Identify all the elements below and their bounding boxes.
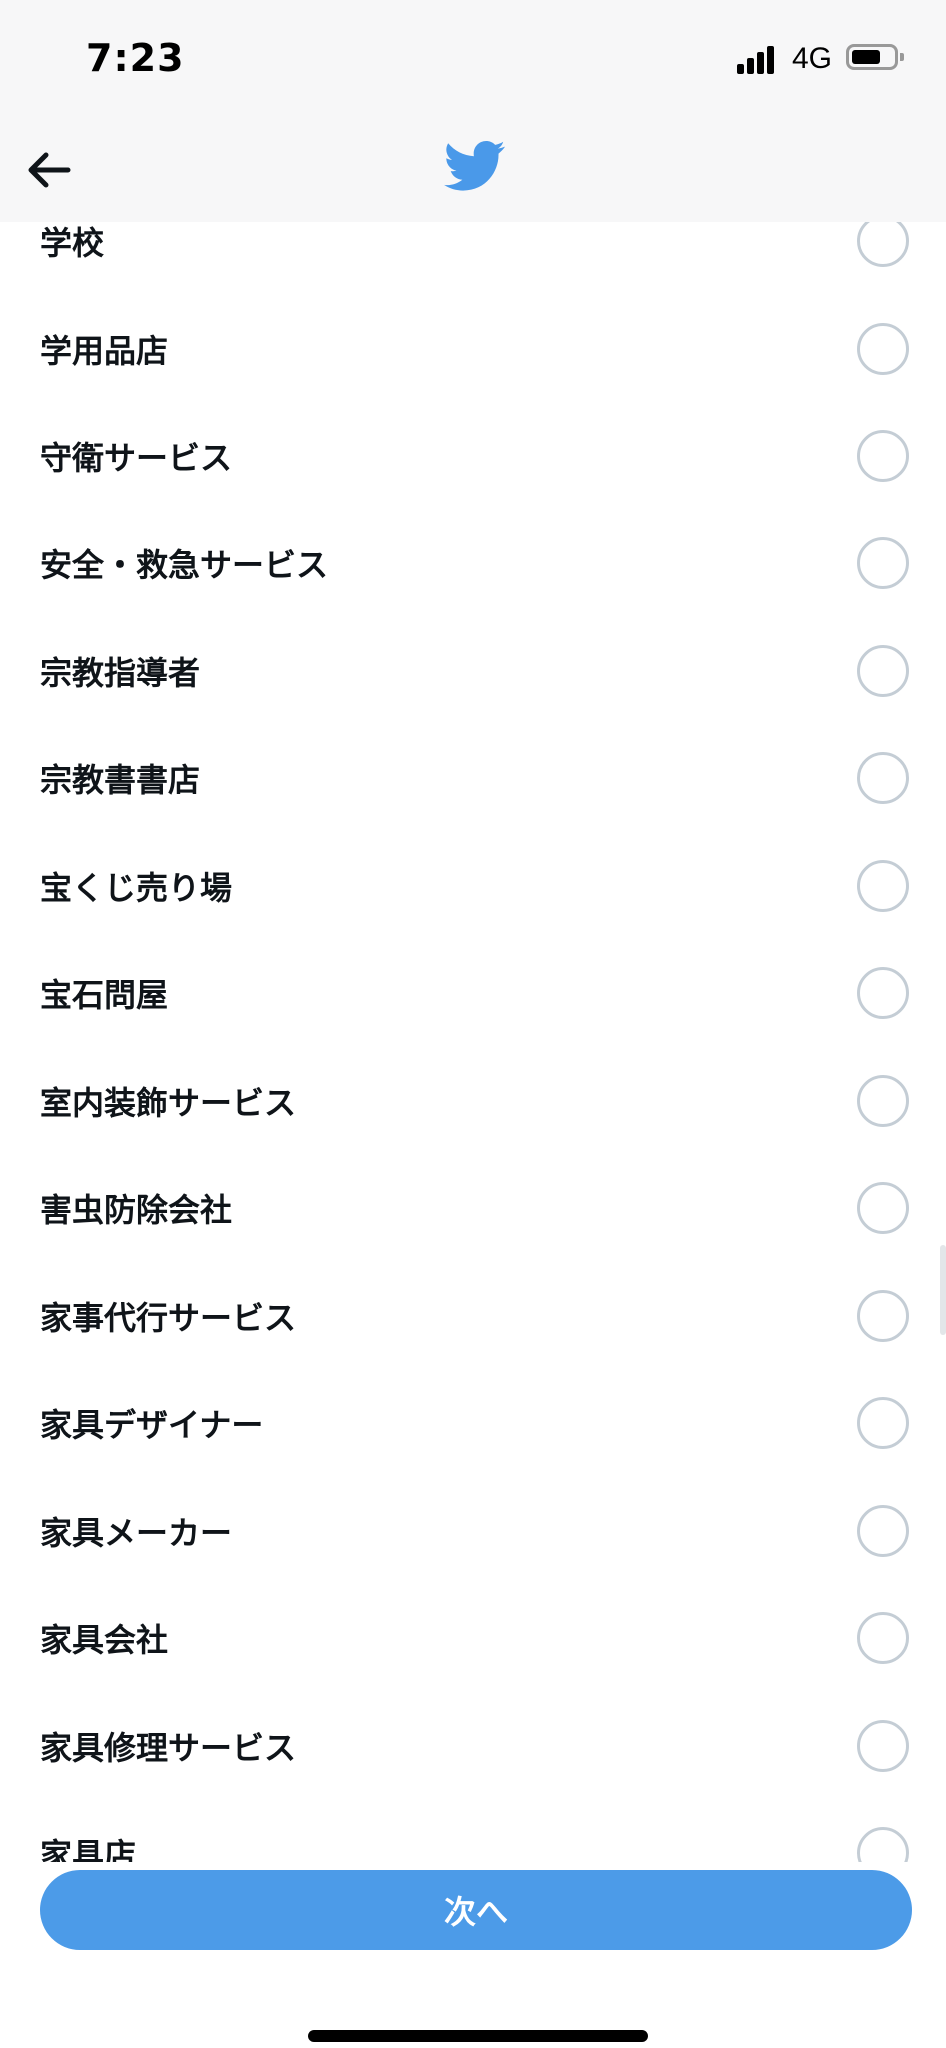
radio-button[interactable]: [857, 1505, 909, 1557]
twitter-bird-icon: [444, 140, 505, 191]
home-indicator[interactable]: [308, 2030, 648, 2042]
category-label: 家具デザイナー: [40, 1406, 264, 1444]
category-label: 安全・救急サービス: [40, 546, 329, 584]
battery-icon: [846, 44, 904, 70]
radio-button[interactable]: [857, 752, 909, 804]
category-label: 家事代行サービス: [40, 1299, 297, 1337]
list-item[interactable]: 家具会社: [0, 1584, 946, 1692]
scrollbar[interactable]: [940, 1245, 946, 1335]
radio-button[interactable]: [857, 1612, 909, 1664]
radio-button[interactable]: [857, 323, 909, 375]
radio-button[interactable]: [857, 1075, 909, 1127]
radio-button[interactable]: [857, 430, 909, 482]
category-label: 害虫防除会社: [40, 1191, 233, 1229]
list-item[interactable]: 安全・救急サービス: [0, 509, 946, 617]
radio-button[interactable]: [857, 1182, 909, 1234]
radio-button[interactable]: [857, 1827, 909, 1862]
category-label: 宗教指導者: [40, 654, 201, 692]
back-button[interactable]: [24, 144, 76, 196]
list-item[interactable]: 学用品店: [0, 295, 946, 403]
list-item[interactable]: 家具デザイナー: [0, 1369, 946, 1477]
category-label: 家具メーカー: [40, 1514, 233, 1552]
category-label: 家具修理サービス: [40, 1729, 297, 1767]
category-list: 学校 学用品店 守衛サービス 安全・救急サービス 宗教指導者 宗教書書店 宝くじ…: [0, 222, 946, 1862]
status-bar: 7:23 4G: [0, 0, 946, 120]
radio-button[interactable]: [857, 645, 909, 697]
list-item[interactable]: 宝くじ売り場: [0, 832, 946, 940]
radio-button[interactable]: [857, 537, 909, 589]
category-label: 宗教書書店: [40, 761, 201, 799]
radio-button[interactable]: [857, 222, 909, 267]
nav-bar: [0, 120, 946, 222]
network-type: 4G: [792, 42, 833, 75]
list-item[interactable]: 室内装飾サービス: [0, 1047, 946, 1155]
category-label: 学校: [40, 224, 105, 262]
radio-button[interactable]: [857, 1290, 909, 1342]
category-label: 室内装飾サービス: [40, 1084, 297, 1122]
category-label: 宝石問屋: [40, 976, 169, 1014]
status-time: 7:23: [86, 36, 185, 80]
list-item[interactable]: 家具修理サービス: [0, 1692, 946, 1800]
next-button[interactable]: 次へ: [40, 1870, 912, 1950]
list-item[interactable]: 宝石問屋: [0, 939, 946, 1047]
list-item[interactable]: 宗教書書店: [0, 724, 946, 832]
radio-button[interactable]: [857, 967, 909, 1019]
category-label: 家具店: [40, 1836, 137, 1862]
radio-button[interactable]: [857, 860, 909, 912]
list-item[interactable]: 害虫防除会社: [0, 1154, 946, 1262]
list-item[interactable]: 宗教指導者: [0, 617, 946, 725]
list-item[interactable]: 家具メーカー: [0, 1477, 946, 1585]
next-button-label: 次へ: [443, 1893, 508, 1931]
category-label: 宝くじ売り場: [40, 869, 233, 907]
category-label: 学用品店: [40, 332, 169, 370]
list-item[interactable]: 家具店: [0, 1799, 946, 1862]
category-label: 家具会社: [40, 1621, 169, 1659]
list-item[interactable]: 家事代行サービス: [0, 1262, 946, 1370]
signal-icon: [737, 44, 779, 74]
radio-button[interactable]: [857, 1397, 909, 1449]
arrow-left-icon: [28, 152, 71, 188]
category-label: 守衛サービス: [40, 439, 233, 477]
list-item[interactable]: 学校: [0, 222, 946, 295]
radio-button[interactable]: [857, 1720, 909, 1772]
list-item[interactable]: 守衛サービス: [0, 402, 946, 510]
